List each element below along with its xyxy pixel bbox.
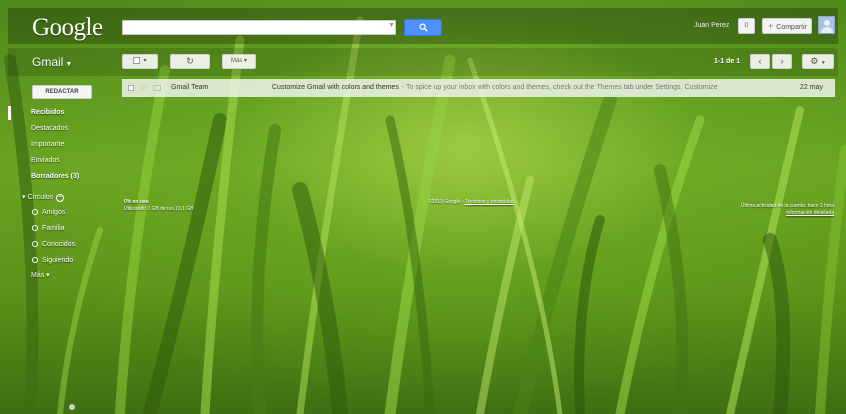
terms-link[interactable]: Términos y privacidad bbox=[465, 199, 514, 205]
circle-item-acquaintances[interactable]: Conocidos bbox=[32, 241, 75, 248]
circles-label: Círculos bbox=[27, 194, 54, 201]
message-sender: Gmail Team bbox=[171, 84, 209, 91]
add-circle-icon[interactable]: + bbox=[56, 194, 65, 202]
gmail-window: Google ▼ Juan Perez 0 + Compartir Gmail ▼ … bbox=[8, 8, 838, 410]
circle-label: Familia bbox=[42, 225, 65, 232]
previous-page-button[interactable]: ‹ bbox=[750, 54, 770, 69]
sidebar-item-inbox[interactable]: Recibidos bbox=[31, 109, 64, 116]
circle-icon bbox=[32, 257, 38, 263]
circle-icon bbox=[32, 225, 38, 231]
message-subject-line: Customize Gmail with colors and themes - … bbox=[272, 79, 718, 97]
row-checkbox[interactable] bbox=[128, 85, 134, 91]
checkbox-icon bbox=[133, 56, 141, 64]
search-icon bbox=[419, 23, 428, 32]
select-all-button[interactable]: ▾ bbox=[122, 54, 158, 69]
circles-header[interactable]: ▾ Círculos + bbox=[22, 193, 65, 202]
message-date: 22 may bbox=[800, 84, 823, 91]
google-logo[interactable]: Google bbox=[32, 14, 103, 42]
notifications-button[interactable]: 0 bbox=[738, 18, 755, 34]
circle-item-friends[interactable]: Amigos bbox=[32, 209, 65, 216]
copyright-text: ©2013 Google - bbox=[428, 199, 465, 205]
chevron-left-icon: ‹ bbox=[758, 56, 762, 66]
refresh-icon: ↻ bbox=[186, 56, 194, 66]
circle-label: Amigos bbox=[42, 209, 66, 216]
activity-details-link[interactable]: Información detallada bbox=[786, 210, 834, 216]
gear-icon: ⚙ bbox=[810, 56, 819, 66]
circle-label: Siguiendo bbox=[42, 257, 74, 264]
circle-item-family[interactable]: Familia bbox=[32, 225, 65, 232]
chevron-down-icon: ▼ bbox=[65, 61, 73, 68]
search-button[interactable] bbox=[404, 19, 442, 36]
storage-percent: 0% en uso bbox=[124, 199, 149, 205]
important-marker-icon[interactable] bbox=[153, 85, 161, 91]
more-label: Más bbox=[230, 58, 243, 64]
star-icon[interactable]: ☆ bbox=[140, 79, 147, 97]
search-input[interactable] bbox=[122, 20, 396, 35]
circle-label: Conocidos bbox=[42, 241, 76, 248]
next-page-button[interactable]: › bbox=[772, 54, 792, 69]
sidebar-item-important[interactable]: Importante bbox=[31, 141, 64, 148]
avatar-icon[interactable] bbox=[818, 16, 835, 34]
chevron-right-icon: › bbox=[780, 56, 784, 66]
message-snippet: - To spice up your inbox with colors and… bbox=[401, 84, 718, 91]
more-actions-button[interactable]: Más ▾ bbox=[222, 54, 256, 69]
more-labels-link[interactable]: Más ▾ bbox=[31, 271, 50, 279]
sidebar-item-starred[interactable]: Destacados bbox=[31, 125, 68, 132]
sidebar-item-sent[interactable]: Enviados bbox=[31, 157, 60, 164]
caret-down-icon: ▾ bbox=[22, 194, 26, 201]
circle-icon bbox=[32, 241, 38, 247]
sidebar-item-drafts[interactable]: Borradores (3) bbox=[31, 173, 79, 180]
compose-button[interactable]: REDACTAR bbox=[32, 85, 92, 99]
copyright-info: ©2013 Google - Términos y privacidad bbox=[428, 199, 514, 205]
pagination-label: 1-1 de 1 bbox=[714, 58, 741, 65]
chat-status-icon[interactable] bbox=[69, 404, 75, 410]
gmail-menu[interactable]: Gmail ▼ bbox=[32, 55, 72, 69]
search-options-icon[interactable]: ▼ bbox=[388, 22, 395, 29]
account-activity: Última actividad de la cuenta: hace 1 ho… bbox=[741, 203, 834, 217]
storage-info: 0% en uso Utilizando 0 GB de tus 10,1 GB bbox=[124, 199, 193, 213]
plus-icon: + bbox=[768, 21, 774, 31]
settings-button[interactable]: ⚙ ▼ bbox=[802, 54, 834, 69]
share-button[interactable]: + Compartir bbox=[762, 18, 812, 34]
more-labels-label: Más bbox=[31, 272, 45, 279]
user-name[interactable]: Juan Perez bbox=[694, 22, 729, 29]
gmail-label: Gmail bbox=[32, 55, 64, 69]
circle-item-following[interactable]: Siguiendo bbox=[32, 257, 73, 264]
circle-icon bbox=[32, 209, 38, 215]
active-nav-indicator bbox=[8, 106, 11, 120]
refresh-button[interactable]: ↻ bbox=[170, 54, 210, 69]
message-subject: Customize Gmail with colors and themes bbox=[272, 84, 399, 91]
share-label: Compartir bbox=[776, 24, 807, 31]
last-activity-text: Última actividad de la cuenta: hace 1 ho… bbox=[740, 203, 834, 209]
storage-detail: Utilizando 0 GB de tus 10,1 GB bbox=[124, 206, 194, 212]
table-row[interactable]: ☆ Gmail Team Customize Gmail with colors… bbox=[122, 79, 835, 97]
